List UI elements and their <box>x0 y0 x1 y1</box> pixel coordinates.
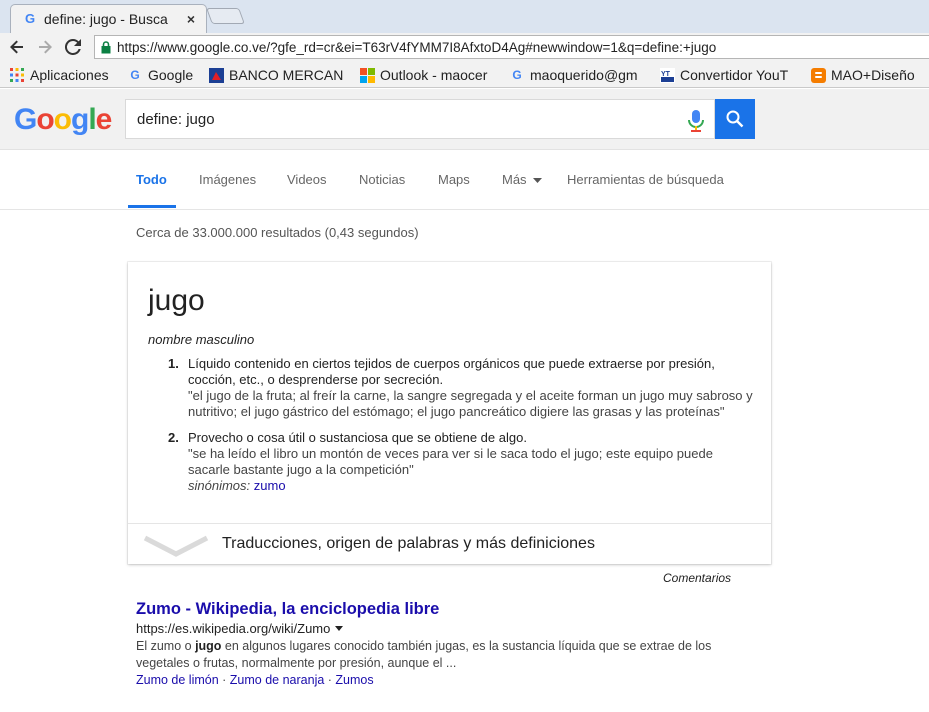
sitelink-zumo-de-naranja[interactable]: Zumo de naranja <box>230 673 325 687</box>
definition-item: 1. Líquido contenido en ciertos tejidos … <box>168 356 758 420</box>
tab-todo[interactable]: Todo <box>136 172 167 187</box>
definition-text: Líquido contenido en ciertos tejidos de … <box>188 356 715 387</box>
google-header: Google <box>0 89 929 150</box>
bookmark-google[interactable]: G Google <box>127 66 202 84</box>
synonyms: sinónimos: zumo <box>188 478 286 493</box>
sitelink-zumos[interactable]: Zumos <box>335 673 373 687</box>
microphone-icon[interactable] <box>688 110 704 132</box>
search-icon <box>726 110 744 128</box>
bookmark-gmail[interactable]: G maoquerido@gm <box>509 66 649 84</box>
result-snippet: El zumo o jugo en algunos lugares conoci… <box>136 639 712 670</box>
tab-videos[interactable]: Videos <box>287 172 327 187</box>
more-definitions-label: Traducciones, origen de palabras y más d… <box>222 535 595 552</box>
reload-button[interactable] <box>60 34 86 60</box>
search-input[interactable] <box>137 110 714 128</box>
google-g-icon: G <box>130 68 140 82</box>
dictionary-word: jugo <box>148 284 205 317</box>
part-of-speech: nombre masculino <box>148 332 255 347</box>
search-button[interactable] <box>715 99 755 139</box>
browser-tab[interactable]: G define: jugo - Busca × <box>10 4 207 33</box>
tab-herramientas[interactable]: Herramientas de búsqueda <box>567 172 724 187</box>
definition-example: "se ha leído el libro un montón de veces… <box>188 446 713 477</box>
result-url: https://es.wikipedia.org/wiki/Zumo <box>136 621 736 636</box>
back-button[interactable] <box>4 34 30 60</box>
new-tab-button[interactable] <box>206 8 245 24</box>
forward-button[interactable] <box>32 34 58 60</box>
url-text: https://www.google.co.ve/?gfe_rd=cr&ei=T… <box>117 39 717 55</box>
definition-item: 2. Provecho o cosa útil o sustanciosa qu… <box>168 430 758 494</box>
result-stats: Cerca de 33.000.000 resultados (0,43 seg… <box>136 225 419 240</box>
bookmark-banco-mercantil[interactable]: BANCO MERCAN <box>208 66 348 84</box>
tab-noticias[interactable]: Noticias <box>359 172 405 187</box>
caret-down-icon[interactable] <box>335 626 344 631</box>
outlook-icon <box>359 67 375 83</box>
search-result: Zumo - Wikipedia, la enciclopedia libre … <box>136 600 736 687</box>
sitelink-zumo-de-limon[interactable]: Zumo de limón <box>136 673 219 687</box>
reload-icon <box>65 39 81 55</box>
blogger-icon <box>810 67 826 83</box>
active-tab-indicator <box>128 205 176 208</box>
google-logo[interactable]: Google <box>14 103 112 137</box>
tab-title: define: jugo - Busca <box>44 11 168 27</box>
browser-toolbar: https://www.google.co.ve/?gfe_rd=cr&ei=T… <box>0 33 929 62</box>
dictionary-card: jugo nombre masculino 1. Líquido conteni… <box>128 262 771 564</box>
svg-text:YT: YT <box>661 71 671 78</box>
synonym-link[interactable]: zumo <box>254 478 286 493</box>
bookmarks-bar: Aplicaciones G Google BANCO MERCAN Outlo… <box>0 62 929 88</box>
browser-tabstrip: G define: jugo - Busca × <box>0 0 929 33</box>
definition-example: "el jugo de la fruta; al freír la carne,… <box>188 388 753 419</box>
comments-link[interactable]: Comentarios <box>663 571 731 585</box>
apps-grid-icon <box>9 67 25 83</box>
tab-mas[interactable]: Más <box>502 172 543 187</box>
search-tabs: Todo Imágenes Videos Noticias Maps Más H… <box>0 150 929 210</box>
google-g-icon: G <box>512 68 522 82</box>
result-sitelinks: Zumo de limón · Zumo de naranja · Zumos <box>136 673 374 687</box>
result-title-link[interactable]: Zumo - Wikipedia, la enciclopedia libre <box>136 600 736 619</box>
banco-mercantil-icon <box>208 67 224 83</box>
caret-down-icon <box>533 177 543 183</box>
tab-maps[interactable]: Maps <box>438 172 470 187</box>
address-bar[interactable]: https://www.google.co.ve/?gfe_rd=cr&ei=T… <box>94 35 929 59</box>
close-tab-icon[interactable]: × <box>184 12 198 26</box>
definition-text: Provecho o cosa útil o sustanciosa que s… <box>188 430 527 445</box>
bookmark-aplicaciones[interactable]: Aplicaciones <box>9 66 119 84</box>
tab-imagenes[interactable]: Imágenes <box>199 172 256 187</box>
bookmark-outlook[interactable]: Outlook - maocer <box>359 66 499 84</box>
lock-icon <box>101 40 111 53</box>
google-g-icon: G <box>24 11 36 26</box>
chevron-down-icon <box>143 535 209 557</box>
back-arrow-icon <box>10 40 23 54</box>
more-definitions-button[interactable]: Traducciones, origen de palabras y más d… <box>128 523 771 564</box>
bookmark-convertidor-youtube[interactable]: YT Convertidor YouT <box>659 66 797 84</box>
search-box <box>125 99 715 139</box>
bookmark-mao-diseno[interactable]: MAO+Diseño <box>810 66 925 84</box>
yt-mp3-icon: YT <box>659 67 675 83</box>
forward-arrow-icon <box>39 40 52 54</box>
